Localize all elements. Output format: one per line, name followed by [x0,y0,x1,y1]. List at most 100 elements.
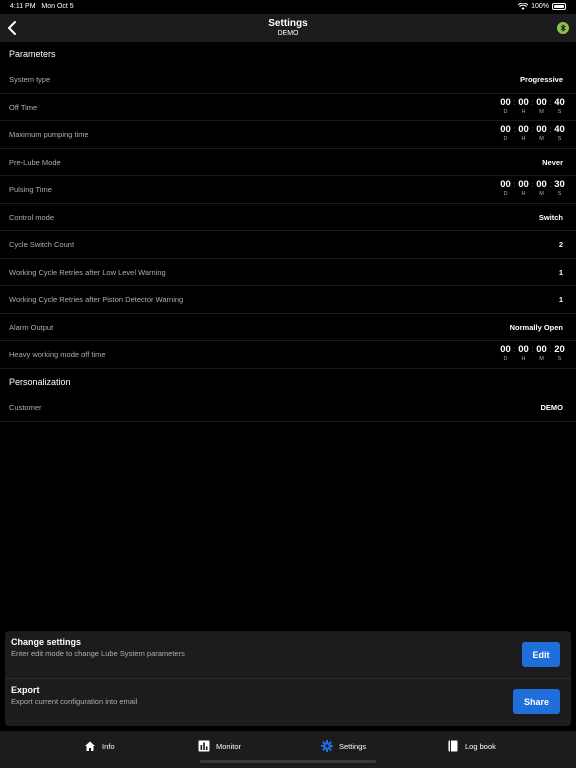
time-unit-d: 00 D [499,179,512,198]
row-label: Customer [9,403,42,412]
time-unit-d: 00 D [499,97,512,116]
time-value: 00 [518,344,529,355]
change-settings-title: Change settings [11,637,82,647]
list-item[interactable]: Pre-Lube Mode Never [0,149,576,176]
tab-monitor[interactable]: Monitor [198,739,241,753]
section-title-parameters: Parameters [9,49,56,59]
duration-value: 00 D:00 H:00 M:40 S [499,97,566,116]
time-unit-label: D [503,191,508,197]
time-unit-h: 00 H [517,97,530,116]
row-value: 2 [558,240,563,249]
row-value: Progressive [520,75,563,84]
time-unit-m: 00 M [535,179,548,198]
tab-label: Settings [339,741,367,751]
export-title: Export [11,685,40,695]
list-item[interactable]: Maximum pumping time 00 D:00 H:00 M:40 S [0,121,576,149]
time-unit-label: S [557,108,562,115]
time-unit-label: D [503,108,508,115]
row-label: Pre-Lube Mode [9,157,61,167]
home-icon [85,741,95,751]
row-value: Never [542,157,563,167]
battery-percent: 100% [531,3,549,10]
row-label: Heavy working mode off time [9,350,106,359]
time-unit-label: M [539,191,544,197]
duration-value: 00 D:00 H:00 M:30 S [499,179,566,198]
time-unit-label: S [557,191,562,197]
time-unit-h: 00 H [517,344,530,363]
list-item[interactable]: Control mode Switch [0,204,576,231]
tab-settings[interactable]: Settings [321,739,366,753]
time-value: 00 [518,124,529,135]
chart-icon [198,740,210,752]
tab-bar: Info Monitor Settings Log book [0,731,576,768]
time-unit-d: 00 D [499,124,512,143]
time-unit-s: 30 S [553,179,566,198]
time-unit-label: S [557,136,562,142]
time-value: 40 [554,124,565,135]
bluetooth-icon[interactable] [557,22,569,34]
wifi-icon [518,3,529,10]
change-settings-row: Change settings Enter edit mode to chang… [5,631,571,678]
edit-button[interactable]: Edit [522,642,560,667]
row-value: 1 [558,267,563,277]
time-value: 00 [536,344,547,355]
status-bar: 4:11 PM Mon Oct 5 100% [0,0,576,14]
time-unit-d: 00 D [499,344,512,363]
time-unit-s: 20 S [553,344,566,363]
list-item[interactable]: Alarm Output Normally Open [0,314,576,341]
time-value: 30 [554,179,565,190]
duration-value: 00 D:00 H:00 M:20 S [499,344,566,363]
row-value: Normally Open [509,322,563,332]
row-label: Maximum pumping time [9,130,89,139]
status-time: 4:11 PM Mon Oct 5 [10,3,74,10]
time-value: 00 [518,179,529,190]
time-unit-m: 00 M [535,97,548,116]
status-indicators: 100% [518,3,566,10]
row-label: Working Cycle Retries after Low Level Wa… [9,267,166,277]
time-value: 00 [536,124,547,135]
time-unit-m: 00 M [535,344,548,363]
list-item-customer[interactable]: Customer DEMO [0,394,576,422]
home-indicator [200,760,376,763]
time-value: 00 [500,96,511,108]
tab-label: Info [102,741,115,751]
list-item[interactable]: Heavy working mode off time 00 D:00 H:00 M:2… [0,341,576,369]
list-item[interactable]: Off Time 00 D:00 H:00 M:40 S [0,94,576,121]
battery-icon [552,3,566,10]
time-unit-label: D [503,356,508,362]
tab-label: Log book [465,741,496,751]
list-item[interactable]: Cycle Switch Count 2 [0,231,576,259]
time-unit-m: 00 M [535,124,548,143]
book-icon [448,740,458,752]
row-label: Alarm Output [9,322,54,332]
time-value: 00 [536,179,547,190]
tab-log-book[interactable]: Log book [447,739,496,753]
row-value: DEMO [540,403,564,412]
section-title-personalization: Personalization [9,377,71,387]
list-item[interactable]: Working Cycle Retries after Low Level Wa… [0,259,576,286]
row-value: 1 [558,295,563,304]
time-unit-label: H [521,356,526,362]
time-unit-s: 40 S [553,124,566,143]
gear-icon [321,740,333,752]
time-value: 20 [554,344,565,355]
time-unit-label: H [521,191,526,197]
tab-info[interactable]: Info [84,739,115,753]
page-title: Settings [268,18,308,29]
page-subtitle: DEMO [277,30,299,37]
export-description: Export current configuration into email [11,697,138,706]
time-unit-label: H [521,136,526,142]
duration-value: 00 D:00 H:00 M:40 S [499,124,566,143]
list-item[interactable]: System type Progressive [0,66,576,94]
time-value: 00 [500,124,511,135]
action-panel: Change settings Enter edit mode to chang… [5,631,571,726]
list-item[interactable]: Working Cycle Retries after Piston Detec… [0,286,576,314]
time-unit-label: M [539,356,544,362]
list-item[interactable]: Pulsing Time 00 D:00 H:00 M:30 S [0,176,576,204]
share-button[interactable]: Share [513,689,560,714]
row-label: Off Time [9,102,38,112]
time-unit-label: H [521,108,526,115]
time-unit-label: M [539,108,544,115]
time-unit-label: D [503,136,508,142]
tab-label: Monitor [216,741,242,751]
